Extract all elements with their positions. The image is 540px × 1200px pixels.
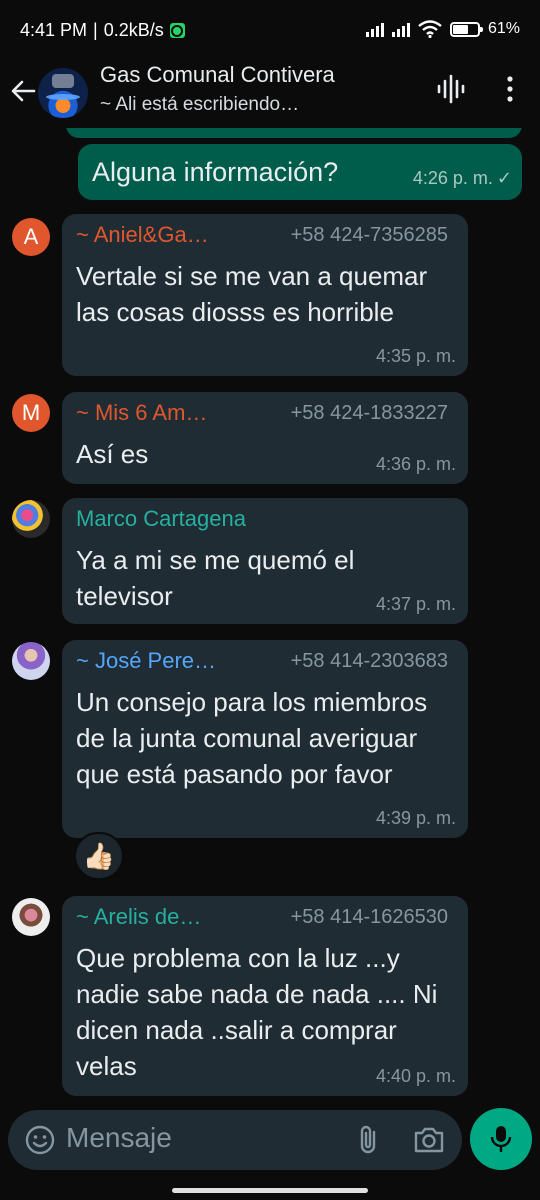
typing-indicator: ~ Ali está escribiendo… <box>100 94 300 115</box>
sender-avatar[interactable]: M <box>12 394 50 432</box>
message-text: Que problema con la luz ...y nadie sabe … <box>76 943 438 1081</box>
sender-avatar[interactable] <box>12 500 50 538</box>
network-speed: 0.2kB/s <box>103 20 164 40</box>
composer: Mensaje <box>0 1100 540 1200</box>
sender-avatar[interactable]: A <box>12 218 50 256</box>
message-text: Un consejo para los miembros de la junta… <box>76 687 428 789</box>
status-right: 61% <box>365 20 520 38</box>
incoming-message[interactable]: ~ Aniel&Ga… +58 424-7356285 Vertale si s… <box>62 214 468 376</box>
status-bar: 4:41 PM | 0.2kB/s 61% <box>0 0 540 56</box>
message-time: 4:36 p. m. <box>375 454 456 474</box>
sender-avatar[interactable] <box>12 642 50 680</box>
whatsapp-notification-icon <box>169 23 185 38</box>
camera-icon[interactable] <box>412 1124 446 1156</box>
group-avatar[interactable] <box>38 68 88 118</box>
battery-percent: 61% <box>487 20 520 37</box>
sender-name[interactable]: Marco Cartagena <box>76 506 376 532</box>
status-left: 4:41 PM | 0.2kB/s <box>20 20 185 41</box>
sent-check-icon: ✓ <box>496 168 512 188</box>
paperclip-icon[interactable] <box>354 1124 384 1156</box>
gesture-navigation-bar[interactable] <box>172 1188 368 1193</box>
incoming-message[interactable]: ~ Arelis de… +58 414-1626530 Que problem… <box>62 896 468 1096</box>
message-list[interactable]: Alguna información? 4:26 p. m. ✓ A ~ Anie… <box>0 128 540 1100</box>
more-vertical-icon[interactable] <box>500 74 520 104</box>
message-time: 4:39 p. m. <box>375 808 456 828</box>
signal-1-icon <box>365 21 384 37</box>
sender-name[interactable]: ~ Mis 6 Am… <box>76 400 246 426</box>
outgoing-message[interactable]: Alguna información? 4:26 p. m. ✓ <box>78 144 522 200</box>
sender-phone: +58 414-1626530 <box>290 906 448 928</box>
incoming-message[interactable]: Marco Cartagena Ya a mi se me quemó el t… <box>62 498 468 624</box>
microphone-icon <box>490 1126 512 1152</box>
signal-2-icon <box>391 21 410 37</box>
sender-avatar[interactable] <box>12 898 50 936</box>
status-separator: | <box>93 20 98 40</box>
emoji-icon[interactable] <box>24 1124 56 1156</box>
message-time: 4:35 p. m. <box>375 346 456 366</box>
message-input[interactable]: Mensaje <box>66 1122 172 1154</box>
previous-message-bubble[interactable] <box>66 128 522 138</box>
message-text: Vertale si se me van a quemar las cosas … <box>76 261 428 327</box>
reaction-badge[interactable]: 👍🏻 <box>74 832 124 880</box>
microphone-button[interactable] <box>470 1108 532 1170</box>
message-input-container[interactable]: Mensaje <box>8 1110 462 1170</box>
message-time: 4:26 p. m. ✓ <box>412 168 512 188</box>
sender-name[interactable]: ~ Arelis de… <box>76 904 246 930</box>
battery-icon <box>449 21 483 37</box>
incoming-message[interactable]: ~ Mis 6 Am… +58 424-1833227 Así es 4:36 … <box>62 392 468 484</box>
message-time: 4:37 p. m. <box>375 594 456 614</box>
sender-name[interactable]: ~ Aniel&Ga… <box>76 222 246 248</box>
clock: 4:41 PM <box>20 20 88 40</box>
incoming-message[interactable]: ~ José Pere… +58 414-2303683 Un consejo … <box>62 640 468 838</box>
thumbs-up-icon: 👍🏻 <box>82 840 116 871</box>
sender-phone: +58 424-7356285 <box>290 224 448 246</box>
sender-name[interactable]: ~ José Pere… <box>76 648 246 674</box>
chat-header: Gas Comunal Contivera ~ Ali está escribi… <box>0 56 540 128</box>
message-time: 4:40 p. m. <box>375 1066 456 1086</box>
group-title[interactable]: Gas Comunal Contivera <box>100 62 335 88</box>
sender-phone: +58 424-1833227 <box>290 402 448 424</box>
sender-phone: +58 414-2303683 <box>290 650 448 672</box>
arrow-left-icon[interactable] <box>8 74 38 108</box>
wifi-icon <box>418 20 442 38</box>
audio-waveform-icon[interactable] <box>436 74 466 104</box>
